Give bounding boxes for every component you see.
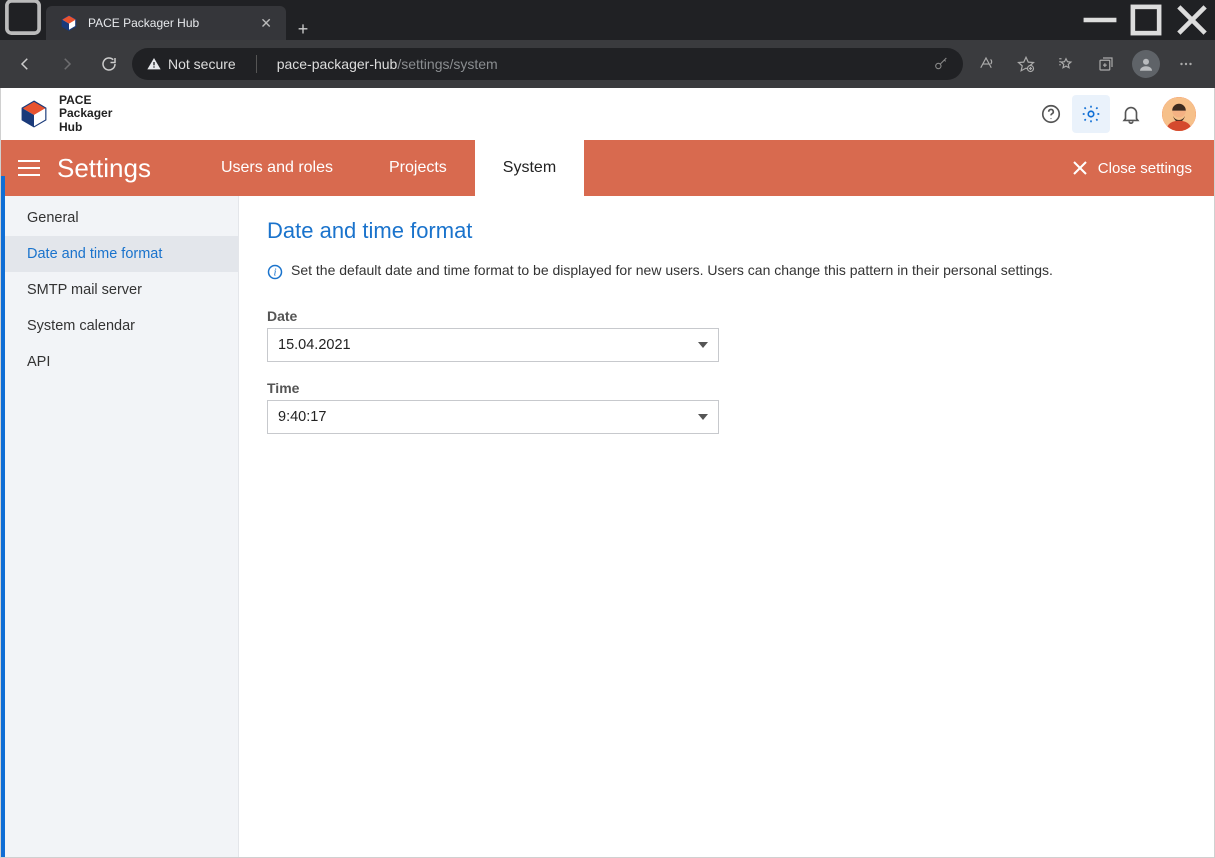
- refresh-button[interactable]: [90, 48, 128, 80]
- address-field[interactable]: Not secure pace-packager-hub/settings/sy…: [132, 48, 963, 80]
- new-tab-button[interactable]: +: [286, 19, 320, 40]
- sidebar-item-smtp[interactable]: SMTP mail server: [1, 272, 238, 308]
- time-label: Time: [267, 380, 719, 396]
- tab-actions-icon[interactable]: [0, 0, 46, 40]
- logo-text: PACE Packager Hub: [59, 94, 112, 134]
- forward-button: [48, 48, 86, 80]
- browser-address-bar: Not secure pace-packager-hub/settings/sy…: [0, 40, 1215, 88]
- menu-toggle-button[interactable]: [1, 140, 57, 196]
- app-viewport: PACE Packager Hub Settings Users and rol…: [0, 88, 1215, 858]
- close-settings-label: Close settings: [1098, 160, 1192, 177]
- content-panel: Date and time format i Set the default d…: [239, 196, 1214, 857]
- more-menu-icon[interactable]: [1167, 48, 1205, 80]
- sidebar-item-api[interactable]: API: [1, 344, 238, 380]
- info-icon: i: [267, 264, 283, 280]
- key-icon[interactable]: [933, 56, 949, 72]
- separator: [256, 55, 257, 73]
- notifications-button[interactable]: [1112, 95, 1150, 133]
- warning-icon: [146, 56, 162, 72]
- url-text: pace-packager-hub/settings/system: [277, 56, 498, 72]
- favorites-icon[interactable]: [1007, 48, 1045, 80]
- read-aloud-icon[interactable]: [967, 48, 1005, 80]
- collections-icon[interactable]: [1087, 48, 1125, 80]
- tab-title: PACE Packager Hub: [88, 16, 250, 30]
- time-format-field: Time 9:40:17: [267, 380, 719, 434]
- date-label: Date: [267, 308, 719, 324]
- svg-text:i: i: [273, 267, 276, 279]
- security-warning: Not secure: [146, 56, 236, 72]
- date-format-value: 15.04.2021: [278, 337, 351, 353]
- back-button[interactable]: [6, 48, 44, 80]
- sidebar-item-system-calendar[interactable]: System calendar: [1, 308, 238, 344]
- close-settings-button[interactable]: Close settings: [1050, 140, 1214, 196]
- settings-bar: Settings Users and roles Projects System…: [1, 140, 1214, 196]
- window-controls: [1077, 0, 1215, 40]
- tab-users-and-roles[interactable]: Users and roles: [193, 140, 361, 196]
- tab-projects[interactable]: Projects: [361, 140, 475, 196]
- settings-heading: Settings: [57, 140, 175, 196]
- sidebar-item-date-time-format[interactable]: Date and time format: [1, 236, 238, 272]
- favicon-icon: [60, 14, 78, 32]
- browser-titlebar: PACE Packager Hub ✕ +: [0, 0, 1215, 40]
- tab-system[interactable]: System: [475, 140, 584, 196]
- close-tab-icon[interactable]: ✕: [260, 15, 272, 32]
- help-button[interactable]: [1032, 95, 1070, 133]
- settings-button[interactable]: [1072, 95, 1110, 133]
- time-format-value: 9:40:17: [278, 409, 326, 425]
- date-format-select[interactable]: 15.04.2021: [267, 328, 719, 362]
- settings-tabs: Users and roles Projects System: [193, 140, 584, 196]
- window-close-button[interactable]: [1169, 0, 1215, 40]
- favorites-bar-icon[interactable]: [1047, 48, 1085, 80]
- app-header: PACE Packager Hub: [1, 88, 1214, 140]
- page-title: Date and time format: [267, 218, 1186, 244]
- date-format-field: Date 15.04.2021: [267, 308, 719, 362]
- maximize-button[interactable]: [1123, 0, 1169, 40]
- minimize-button[interactable]: [1077, 0, 1123, 40]
- browser-tab[interactable]: PACE Packager Hub ✕: [46, 6, 286, 40]
- logo-icon: [19, 99, 49, 129]
- info-text: Set the default date and time format to …: [291, 262, 1053, 278]
- profile-button[interactable]: [1127, 48, 1165, 80]
- time-format-select[interactable]: 9:40:17: [267, 400, 719, 434]
- tab-strip: PACE Packager Hub ✕ +: [0, 0, 320, 40]
- user-avatar[interactable]: [1162, 97, 1196, 131]
- toolbar-right: [967, 48, 1209, 80]
- info-message: i Set the default date and time format t…: [267, 262, 1186, 280]
- sidebar-item-general[interactable]: General: [1, 200, 238, 236]
- security-label: Not secure: [168, 56, 236, 72]
- main-area: General Date and time format SMTP mail s…: [1, 196, 1214, 857]
- app-logo[interactable]: PACE Packager Hub: [19, 94, 112, 134]
- sidebar: General Date and time format SMTP mail s…: [1, 196, 239, 857]
- scrollbar-indicator: [1, 176, 5, 857]
